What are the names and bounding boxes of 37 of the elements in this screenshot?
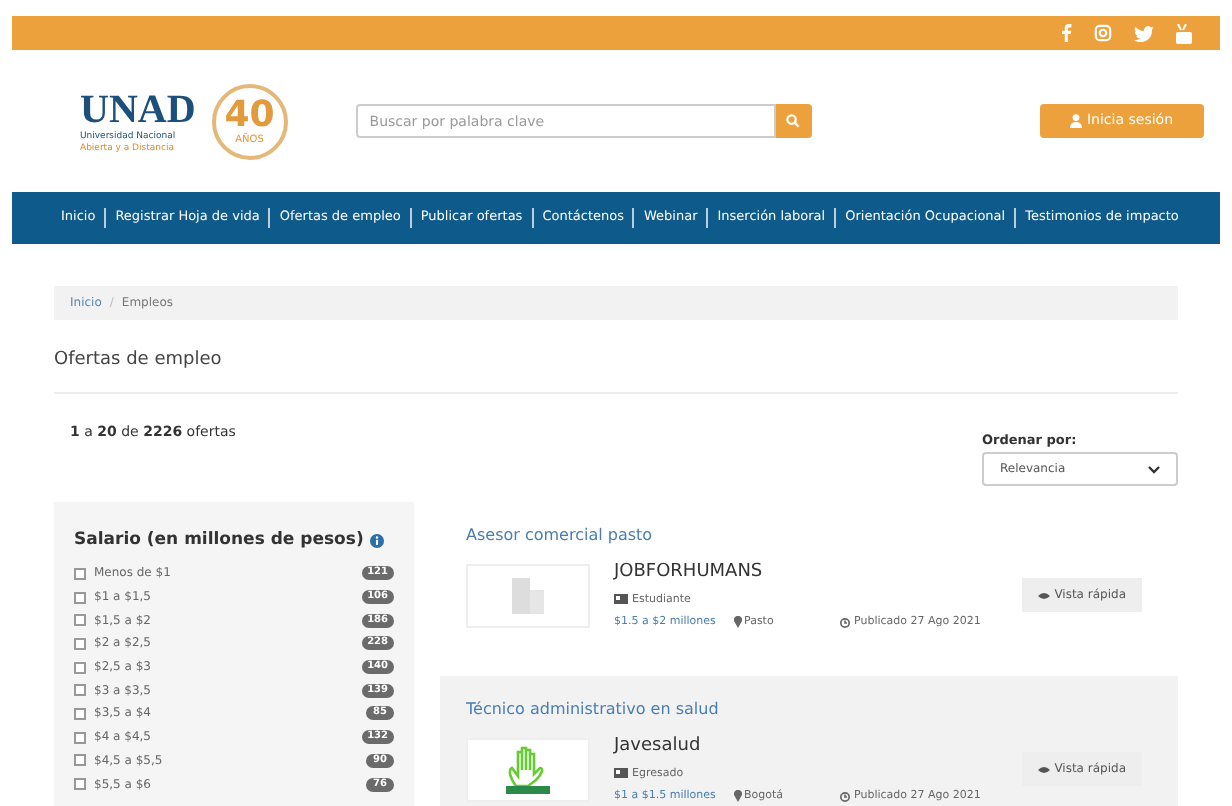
checkbox[interactable] <box>74 778 86 791</box>
user-icon <box>1070 114 1083 128</box>
checkbox[interactable] <box>74 591 86 604</box>
facebook-icon[interactable] <box>1060 24 1072 42</box>
company-name: JOBFORHUMANS <box>614 560 765 587</box>
checkbox[interactable] <box>74 637 86 650</box>
search-icon <box>786 114 801 128</box>
info-icon <box>369 534 384 549</box>
chevron-down-icon <box>1148 465 1160 474</box>
instagram-icon[interactable] <box>1094 24 1112 42</box>
id-card-icon <box>614 768 628 779</box>
building-icon <box>512 577 544 614</box>
filter-title: Salario (en millones de pesos) <box>74 528 364 554</box>
location-pin-icon <box>734 616 742 629</box>
checkbox[interactable] <box>74 567 86 580</box>
checkbox[interactable] <box>74 661 86 674</box>
search-button[interactable] <box>775 104 812 138</box>
checkbox[interactable] <box>74 731 86 744</box>
eye-icon <box>1038 591 1051 600</box>
checkbox[interactable] <box>74 754 86 767</box>
logo-wordmark: UNAD <box>80 87 196 131</box>
checkbox[interactable] <box>74 684 86 697</box>
page-heading: Ofertas de empleo <box>54 348 1178 393</box>
clock-icon <box>840 617 850 628</box>
id-card-icon <box>614 594 628 605</box>
checkbox[interactable] <box>74 707 86 720</box>
eye-icon <box>1038 765 1051 774</box>
job-title[interactable]: Técnico administrativo en salud <box>466 698 1152 723</box>
company-name: Javesalud <box>614 734 703 761</box>
job-title[interactable]: Asesor comercial pasto <box>466 524 1152 549</box>
hand-logo-icon <box>500 745 556 794</box>
youtube-icon[interactable] <box>1176 23 1192 43</box>
checkbox[interactable] <box>74 614 86 627</box>
twitter-icon[interactable] <box>1134 25 1154 41</box>
clock-icon <box>840 791 850 802</box>
anniversary-number: 40 <box>224 97 275 133</box>
location-pin-icon <box>734 790 742 803</box>
